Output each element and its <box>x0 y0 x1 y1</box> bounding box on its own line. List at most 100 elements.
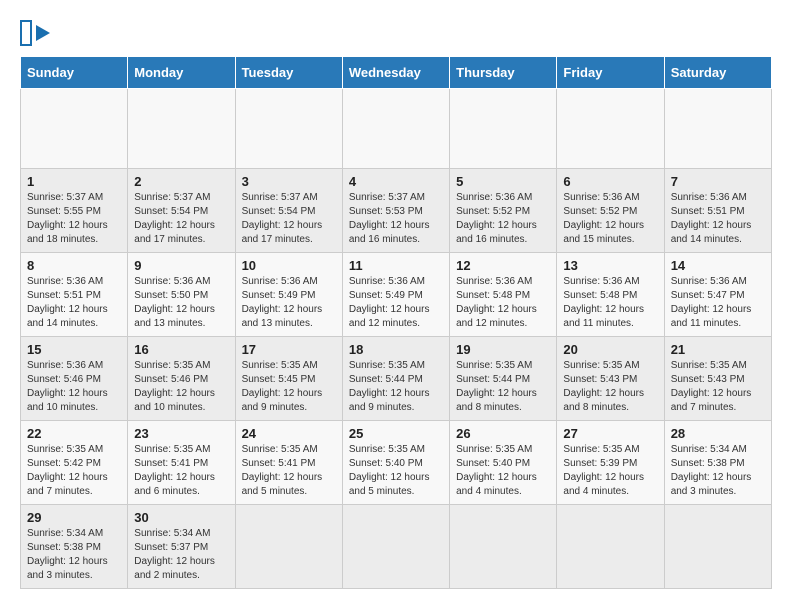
week-row-2: 8Sunrise: 5:36 AM Sunset: 5:51 PM Daylig… <box>21 253 772 337</box>
day-number: 21 <box>671 342 765 357</box>
calendar-cell: 18Sunrise: 5:35 AM Sunset: 5:44 PM Dayli… <box>342 337 449 421</box>
calendar-body: 1 Sunrise: 5:37 AM Sunset: 5:55 PM Daylig… <box>21 89 772 589</box>
day-number: 4 <box>349 174 443 189</box>
header-cell-friday: Friday <box>557 57 664 89</box>
day-info: Sunrise: 5:35 AM Sunset: 5:40 PM Dayligh… <box>349 443 443 499</box>
calendar-cell <box>235 505 342 589</box>
calendar-cell: 12Sunrise: 5:36 AM Sunset: 5:48 PM Dayli… <box>450 253 557 337</box>
logo-triangle-icon <box>36 25 50 41</box>
day-number: 19 <box>456 342 550 357</box>
day-number: 23 <box>134 426 228 441</box>
calendar-cell: 25Sunrise: 5:35 AM Sunset: 5:40 PM Dayli… <box>342 421 449 505</box>
week-row-3: 15 Sunrise: 5:36 AM Sunset: 5:46 PM Dayli… <box>21 337 772 421</box>
day-number: 29 <box>27 510 121 525</box>
day-number: 20 <box>563 342 657 357</box>
day-number: 28 <box>671 426 765 441</box>
calendar-cell <box>664 89 771 169</box>
calendar-cell: 6Sunrise: 5:36 AM Sunset: 5:52 PM Daylig… <box>557 169 664 253</box>
calendar-header: SundayMondayTuesdayWednesdayThursdayFrid… <box>21 57 772 89</box>
day-number: 17 <box>242 342 336 357</box>
day-info: Sunrise: 5:35 AM Sunset: 5:39 PM Dayligh… <box>563 443 657 499</box>
day-number: 27 <box>563 426 657 441</box>
day-info: Sunrise: 5:36 AM Sunset: 5:50 PM Dayligh… <box>134 275 228 331</box>
day-info: Sunrise: 5:34 AM Sunset: 5:38 PM Dayligh… <box>671 443 765 499</box>
page-header <box>20 20 772 46</box>
day-number: 6 <box>563 174 657 189</box>
day-info: Sunrise: 5:35 AM Sunset: 5:46 PM Dayligh… <box>134 359 228 415</box>
day-number: 5 <box>456 174 550 189</box>
calendar-cell <box>342 89 449 169</box>
calendar-cell: 16Sunrise: 5:35 AM Sunset: 5:46 PM Dayli… <box>128 337 235 421</box>
day-number: 8 <box>27 258 121 273</box>
day-number: 11 <box>349 258 443 273</box>
week-row-5: 29 Sunrise: 5:34 AM Sunset: 5:38 PM Dayli… <box>21 505 772 589</box>
calendar-cell: 14 Sunrise: 5:36 AM Sunset: 5:47 PM Dayli… <box>664 253 771 337</box>
day-number: 12 <box>456 258 550 273</box>
calendar-cell: 11 Sunrise: 5:36 AM Sunset: 5:49 PM Dayli… <box>342 253 449 337</box>
day-info: Sunrise: 5:35 AM Sunset: 5:41 PM Dayligh… <box>242 443 336 499</box>
calendar-cell: 9Sunrise: 5:36 AM Sunset: 5:50 PM Daylig… <box>128 253 235 337</box>
day-info: Sunrise: 5:35 AM Sunset: 5:43 PM Dayligh… <box>563 359 657 415</box>
calendar-table: SundayMondayTuesdayWednesdayThursdayFrid… <box>20 56 772 589</box>
day-info: Sunrise: 5:37 AM Sunset: 5:53 PM Dayligh… <box>349 191 443 247</box>
day-number: 26 <box>456 426 550 441</box>
calendar-cell <box>450 505 557 589</box>
day-info: Sunrise: 5:36 AM Sunset: 5:51 PM Dayligh… <box>671 191 765 247</box>
day-info: Sunrise: 5:36 AM Sunset: 5:49 PM Dayligh… <box>349 275 443 331</box>
calendar-cell: 22 Sunrise: 5:35 AM Sunset: 5:42 PM Dayli… <box>21 421 128 505</box>
calendar-cell <box>128 89 235 169</box>
day-info: Sunrise: 5:34 AM Sunset: 5:38 PM Dayligh… <box>27 527 121 583</box>
header-cell-saturday: Saturday <box>664 57 771 89</box>
day-number: 13 <box>563 258 657 273</box>
day-info: Sunrise: 5:35 AM Sunset: 5:42 PM Dayligh… <box>27 443 121 499</box>
logo <box>20 20 50 46</box>
calendar-cell: 26 Sunrise: 5:35 AM Sunset: 5:40 PM Dayli… <box>450 421 557 505</box>
week-row-4: 22 Sunrise: 5:35 AM Sunset: 5:42 PM Dayli… <box>21 421 772 505</box>
calendar-cell: 19 Sunrise: 5:35 AM Sunset: 5:44 PM Dayli… <box>450 337 557 421</box>
day-number: 14 <box>671 258 765 273</box>
day-number: 1 <box>27 174 121 189</box>
calendar-cell <box>557 89 664 169</box>
day-info: Sunrise: 5:34 AM Sunset: 5:37 PM Dayligh… <box>134 527 228 583</box>
calendar-cell <box>342 505 449 589</box>
day-number: 2 <box>134 174 228 189</box>
day-info: Sunrise: 5:35 AM Sunset: 5:44 PM Dayligh… <box>349 359 443 415</box>
calendar-cell: 8Sunrise: 5:36 AM Sunset: 5:51 PM Daylig… <box>21 253 128 337</box>
calendar-cell <box>235 89 342 169</box>
day-info: Sunrise: 5:35 AM Sunset: 5:44 PM Dayligh… <box>456 359 550 415</box>
calendar-cell: 1 Sunrise: 5:37 AM Sunset: 5:55 PM Daylig… <box>21 169 128 253</box>
logo-box <box>20 20 32 46</box>
calendar-cell: 29 Sunrise: 5:34 AM Sunset: 5:38 PM Dayli… <box>21 505 128 589</box>
calendar-cell: 10 Sunrise: 5:36 AM Sunset: 5:49 PM Dayli… <box>235 253 342 337</box>
calendar-cell: 28 Sunrise: 5:34 AM Sunset: 5:38 PM Dayli… <box>664 421 771 505</box>
header-cell-wednesday: Wednesday <box>342 57 449 89</box>
day-number: 15 <box>27 342 121 357</box>
calendar-cell: 15 Sunrise: 5:36 AM Sunset: 5:46 PM Dayli… <box>21 337 128 421</box>
day-number: 22 <box>27 426 121 441</box>
day-info: Sunrise: 5:36 AM Sunset: 5:52 PM Dayligh… <box>456 191 550 247</box>
day-number: 3 <box>242 174 336 189</box>
day-number: 10 <box>242 258 336 273</box>
day-info: Sunrise: 5:35 AM Sunset: 5:45 PM Dayligh… <box>242 359 336 415</box>
day-info: Sunrise: 5:36 AM Sunset: 5:49 PM Dayligh… <box>242 275 336 331</box>
calendar-cell: 4 Sunrise: 5:37 AM Sunset: 5:53 PM Daylig… <box>342 169 449 253</box>
day-info: Sunrise: 5:35 AM Sunset: 5:40 PM Dayligh… <box>456 443 550 499</box>
day-info: Sunrise: 5:37 AM Sunset: 5:55 PM Dayligh… <box>27 191 121 247</box>
day-number: 24 <box>242 426 336 441</box>
calendar-cell <box>450 89 557 169</box>
calendar-cell: 24 Sunrise: 5:35 AM Sunset: 5:41 PM Dayli… <box>235 421 342 505</box>
day-info: Sunrise: 5:36 AM Sunset: 5:47 PM Dayligh… <box>671 275 765 331</box>
calendar-cell <box>664 505 771 589</box>
header-cell-monday: Monday <box>128 57 235 89</box>
week-row-0 <box>21 89 772 169</box>
calendar-cell: 30Sunrise: 5:34 AM Sunset: 5:37 PM Dayli… <box>128 505 235 589</box>
day-info: Sunrise: 5:36 AM Sunset: 5:46 PM Dayligh… <box>27 359 121 415</box>
calendar-cell: 3Sunrise: 5:37 AM Sunset: 5:54 PM Daylig… <box>235 169 342 253</box>
header-cell-thursday: Thursday <box>450 57 557 89</box>
calendar-cell: 17 Sunrise: 5:35 AM Sunset: 5:45 PM Dayli… <box>235 337 342 421</box>
day-number: 7 <box>671 174 765 189</box>
header-row: SundayMondayTuesdayWednesdayThursdayFrid… <box>21 57 772 89</box>
calendar-cell: 23Sunrise: 5:35 AM Sunset: 5:41 PM Dayli… <box>128 421 235 505</box>
calendar-cell: 27 Sunrise: 5:35 AM Sunset: 5:39 PM Dayli… <box>557 421 664 505</box>
calendar-cell: 2Sunrise: 5:37 AM Sunset: 5:54 PM Daylig… <box>128 169 235 253</box>
